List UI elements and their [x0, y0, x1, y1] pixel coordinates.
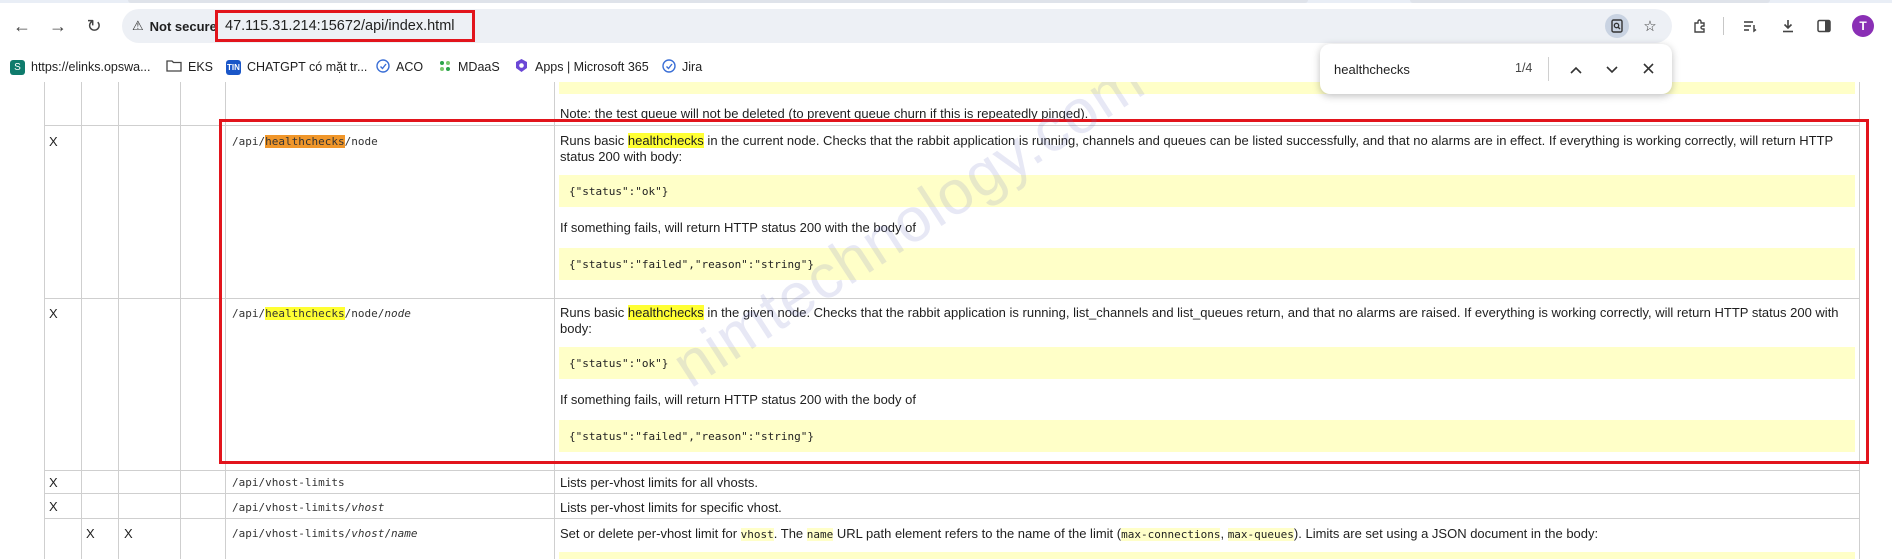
security-label: Not secure — [149, 18, 217, 34]
bookmark-eks[interactable]: EKS — [166, 57, 213, 77]
table-col-border — [180, 82, 181, 559]
arrow-left-icon: ← — [13, 15, 31, 36]
bookmark-label: ACO — [396, 60, 424, 74]
back-button[interactable]: ← — [8, 12, 36, 40]
table-col-border — [1859, 82, 1860, 559]
warning-triangle-icon: ⚠ — [132, 18, 144, 33]
code-block-partial — [559, 552, 1855, 559]
folder-icon — [166, 59, 182, 75]
sharepoint-icon: S — [10, 59, 25, 75]
url-text[interactable]: 47.115.31.214:15672/api/index.html — [215, 10, 475, 42]
code-block-failed: {"status":"failed","reason":"string"} — [559, 420, 1855, 452]
get-mark: X — [49, 499, 58, 514]
endpoint-description: Lists per-vhost limits for specific vhos… — [560, 500, 782, 515]
chevron-down-icon — [1606, 61, 1618, 77]
tab-strip — [0, 0, 1892, 3]
bookmark-label: https://elinks.opswa... — [31, 60, 151, 74]
bookmark-label: CHATGPT có mặt tr... — [247, 60, 368, 74]
code-block-failed: {"status":"failed","reason":"string"} — [559, 248, 1855, 280]
extensions-icon[interactable] — [1686, 12, 1714, 40]
find-in-page-icon[interactable] — [1605, 14, 1629, 38]
table-row-border — [44, 493, 1860, 494]
table-row-border — [44, 125, 1860, 126]
bookmark-aco[interactable]: ACO — [376, 57, 423, 77]
endpoint-description: Runs basic healthchecks in the given nod… — [560, 305, 1839, 336]
table-col-border — [225, 82, 226, 559]
delete-mark: X — [124, 526, 133, 541]
find-match-count: 1/4 — [1515, 61, 1533, 75]
forward-button[interactable]: → — [44, 12, 72, 40]
m365-icon — [514, 58, 529, 76]
bookmark-label: Apps | Microsoft 365 — [535, 60, 649, 74]
get-mark: X — [49, 134, 58, 149]
reload-button[interactable]: ↻ — [80, 12, 108, 40]
row-note: Note: the test queue will not be deleted… — [560, 106, 1089, 121]
tab-strip-segment — [128, 0, 1308, 3]
chevron-up-icon — [1570, 61, 1582, 77]
side-panel-icon[interactable] — [1810, 12, 1838, 40]
profile-avatar[interactable]: T — [1852, 15, 1874, 37]
download-icon[interactable] — [1774, 12, 1802, 40]
put-mark: X — [86, 526, 95, 541]
star-bookmark-icon[interactable]: ☆ — [1638, 14, 1662, 38]
api-docs-table: Note: the test queue will not be deleted… — [0, 82, 1892, 559]
find-input[interactable] — [1334, 60, 1504, 78]
close-icon — [1642, 61, 1654, 77]
find-bar: 1/4 — [1320, 44, 1672, 94]
reload-icon: ↻ — [86, 15, 102, 36]
search-highlight: healthchecks — [265, 307, 345, 320]
fail-description: If something fails, will return HTTP sta… — [560, 220, 916, 235]
globe-icon — [376, 58, 390, 76]
code-block-ok: {"status":"ok"} — [559, 175, 1855, 207]
annotation-highlight-box — [219, 119, 1869, 464]
search-highlight-active: healthchecks — [265, 135, 345, 148]
table-col-border — [44, 82, 45, 559]
toolbar-divider — [1723, 17, 1724, 35]
bookmark-mdaas[interactable]: MDaaS — [438, 57, 500, 77]
address-bar[interactable]: ⚠ Not secure 47.115.31.214:15672/api/ind… — [122, 9, 1672, 43]
endpoint-description: Lists per-vhost limits for all vhosts. — [560, 475, 758, 490]
table-col-border — [81, 82, 82, 559]
bookmark-chatgpt[interactable]: TIN CHATGPT có mặt tr... — [226, 57, 367, 77]
endpoint-path: /api/healthchecks/node/node — [232, 307, 411, 320]
endpoint-path: /api/vhost-limits/vhost — [232, 501, 385, 514]
table-row-border — [44, 518, 1860, 519]
security-indicator[interactable]: ⚠ Not secure — [132, 17, 217, 35]
find-close-button[interactable] — [1636, 57, 1660, 81]
endpoint-path: /api/healthchecks/node — [232, 135, 378, 148]
grid-icon — [438, 59, 452, 76]
endpoint-path: /api/vhost-limits/vhost/name — [232, 527, 418, 540]
endpoint-path: /api/vhost-limits — [232, 476, 345, 489]
code-block-ok: {"status":"ok"} — [559, 347, 1855, 379]
bookmark-m365[interactable]: Apps | Microsoft 365 — [514, 57, 649, 77]
find-previous-button[interactable] — [1564, 57, 1588, 81]
bookmark-label: Jira — [682, 60, 703, 74]
get-mark: X — [49, 306, 58, 321]
find-divider — [1548, 57, 1549, 81]
reading-list-icon[interactable] — [1736, 12, 1764, 40]
table-row-border — [44, 298, 1860, 299]
tintuc-icon: TIN — [226, 59, 241, 75]
table-row-border — [44, 470, 1860, 471]
table-col-border — [118, 82, 119, 559]
endpoint-description: Set or delete per-vhost limit for vhost.… — [560, 526, 1599, 541]
find-next-button[interactable] — [1600, 57, 1624, 81]
globe-icon — [662, 58, 676, 76]
fail-description: If something fails, will return HTTP sta… — [560, 392, 916, 407]
search-highlight: healthchecks — [627, 133, 704, 148]
search-highlight: healthchecks — [627, 305, 704, 320]
get-mark: X — [49, 475, 58, 490]
bookmark-label: MDaaS — [458, 60, 500, 74]
tab-strip-segment — [1410, 0, 1770, 3]
bookmark-jira[interactable]: Jira — [662, 57, 702, 77]
table-col-border — [554, 82, 555, 559]
arrow-right-icon: → — [49, 15, 67, 36]
bookmark-elinks[interactable]: S https://elinks.opswa... — [10, 57, 151, 77]
bookmark-label: EKS — [188, 60, 214, 74]
endpoint-description: Runs basic healthchecks in the current n… — [560, 133, 1833, 164]
